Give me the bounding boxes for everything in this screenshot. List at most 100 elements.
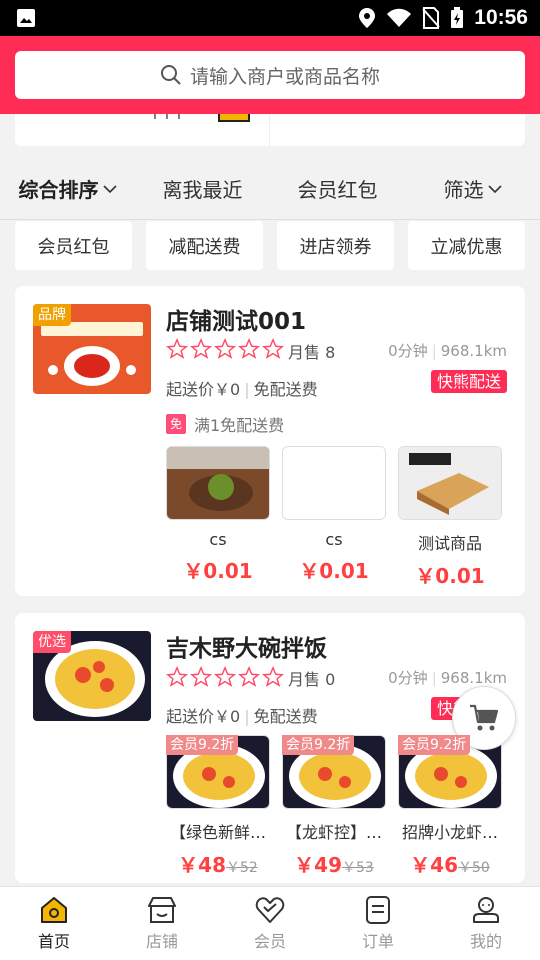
star-icon — [190, 666, 212, 687]
star-icon — [214, 338, 236, 359]
product-price: ￥0.01 — [415, 564, 485, 588]
tab-label: 订单 — [361, 931, 394, 951]
sort-nearest[interactable]: 离我最近 — [135, 174, 270, 203]
product-item[interactable]: 会员9.2折 【龙虾控】… ￥49￥53 — [282, 735, 386, 878]
time-distance: 0分钟 | 968.1km — [388, 342, 507, 360]
product-item[interactable]: 会员9.2折 招牌小龙虾… ￥46￥50 — [398, 735, 502, 878]
star-icon — [238, 666, 260, 687]
product-price: ￥0.01 — [299, 559, 369, 583]
tab-orders[interactable]: 订单 — [324, 887, 432, 960]
sort-bar: 综合排序 离我最近 会员红包 筛选 — [0, 158, 540, 220]
bottom-tab-bar: 首页 店铺 会员 订单 我的 — [0, 886, 540, 960]
monthly-sales: 月售 0 — [288, 670, 336, 689]
min-price: 起送价￥0 — [166, 380, 241, 399]
product-name: 招牌小龙虾… — [401, 823, 498, 842]
promo-line: 免 满1免配送费 — [166, 412, 284, 436]
delivery-fee: 免配送费 — [253, 707, 318, 726]
free-delivery-icon: 免 — [166, 414, 186, 434]
tab-member[interactable]: 会员 — [216, 887, 324, 960]
category-icon-fragment-2 — [218, 114, 250, 122]
sort-label: 离我最近 — [162, 178, 243, 202]
star-icon — [214, 666, 236, 687]
delivery-fee: 免配送费 — [253, 380, 318, 399]
rating-stars — [166, 338, 284, 360]
shop-name: 店铺测试001 — [166, 309, 307, 335]
home-icon — [41, 896, 67, 923]
search-placeholder: 请输入商户或商品名称 — [189, 65, 380, 88]
original-price: ￥50 — [458, 860, 490, 876]
shop-tag: 品牌 — [33, 304, 71, 326]
sort-filter[interactable]: 筛选 — [405, 174, 540, 203]
product-name: 测试商品 — [417, 534, 482, 553]
profile-icon — [473, 896, 499, 923]
search-icon — [160, 65, 181, 85]
product-item[interactable]: 会员9.2折 【绿色新鲜… ￥48￥52 — [166, 735, 270, 878]
sort-label: 筛选 — [443, 178, 484, 202]
tab-store[interactable]: 店铺 — [108, 887, 216, 960]
product-name: 【绿色新鲜… — [169, 823, 266, 842]
star-icon — [166, 666, 188, 687]
distance: 968.1km — [440, 669, 507, 687]
min-price-line: 起送价￥0 | 免配送费 — [166, 380, 318, 399]
sort-comprehensive[interactable]: 综合排序 — [0, 174, 135, 203]
min-price: 起送价￥0 — [166, 707, 241, 726]
delivery-badge: 快熊配送 — [430, 370, 507, 393]
star-icon — [238, 338, 260, 359]
chip-store-coupon[interactable]: 进店领券 — [277, 221, 394, 270]
status-time: 10:56 — [474, 6, 528, 29]
partial-category-card — [15, 114, 525, 146]
shop-card[interactable]: 品牌 店铺测试001 月售 8 0分钟 | 968.1km 起送价￥0 | 免配送费 快… — [15, 286, 525, 596]
battery-charging-icon — [451, 7, 464, 28]
chip-instant-discount[interactable]: 立减优惠 — [408, 221, 525, 270]
delivery-time: 0分钟 — [388, 342, 428, 360]
sort-member-redpacket[interactable]: 会员红包 — [270, 174, 405, 203]
store-icon — [148, 896, 176, 923]
min-price-line: 起送价￥0 | 免配送费 — [166, 707, 318, 726]
member-heart-icon — [255, 896, 285, 923]
tab-label: 会员 — [253, 931, 286, 951]
search-input[interactable]: 请输入商户或商品名称 — [15, 51, 525, 99]
chip-member-redpacket[interactable]: 会员红包 — [15, 221, 132, 270]
category-icon-fragment — [154, 114, 180, 119]
product-price: ￥49 — [294, 853, 342, 877]
product-price: ￥46 — [410, 853, 458, 877]
tab-label: 店铺 — [145, 931, 178, 951]
sort-label: 会员红包 — [297, 178, 378, 202]
product-price-line: ￥48￥52 — [166, 849, 270, 878]
shop-name: 吉木野大碗拌饭 — [166, 636, 327, 662]
order-icon — [366, 895, 390, 924]
product-item[interactable]: cs ￥0.01 — [166, 446, 270, 589]
member-discount-tag: 会员9.2折 — [398, 735, 471, 755]
star-icon — [262, 338, 284, 359]
member-discount-tag: 会员9.2折 — [282, 735, 355, 755]
status-bar: 10:56 — [0, 0, 540, 36]
distance: 968.1km — [440, 342, 507, 360]
filter-chips: 会员红包 减配送费 进店领券 立减优惠 — [15, 221, 525, 271]
product-image-empty — [282, 446, 386, 520]
chip-reduced-delivery[interactable]: 减配送费 — [146, 221, 263, 270]
cart-icon — [470, 704, 499, 731]
product-price: ￥0.01 — [183, 559, 253, 583]
product-item[interactable]: cs ￥0.01 — [282, 446, 386, 589]
delivery-time: 0分钟 — [388, 669, 428, 687]
product-price: ￥48 — [178, 853, 226, 877]
product-name: cs — [209, 530, 227, 549]
shop-thumbnail: 品牌 — [33, 304, 151, 394]
rating-stars — [166, 666, 284, 688]
shop-thumbnail: 优选 — [33, 631, 151, 721]
shop-card[interactable]: 优选 吉木野大碗拌饭 月售 0 0分钟|968.1km 起送价￥0|免配送费 快… — [15, 613, 525, 883]
star-icon — [262, 666, 284, 687]
wifi-icon — [387, 8, 412, 27]
no-sim-icon — [422, 7, 441, 29]
product-item[interactable]: 测试商品 ￥0.01 — [398, 446, 502, 589]
monthly-sales: 月售 8 — [288, 343, 336, 362]
tab-home[interactable]: 首页 — [0, 887, 108, 960]
product-image — [398, 446, 502, 520]
location-icon — [359, 8, 376, 28]
shop-tag: 优选 — [33, 631, 71, 653]
chevron-down-icon — [102, 184, 117, 193]
product-list: cs ￥0.01 cs ￥0.01 测试商品 ￥0.01 — [166, 446, 502, 589]
tab-profile[interactable]: 我的 — [432, 887, 540, 960]
original-price: ￥53 — [342, 860, 374, 876]
sort-label: 综合排序 — [18, 178, 99, 202]
